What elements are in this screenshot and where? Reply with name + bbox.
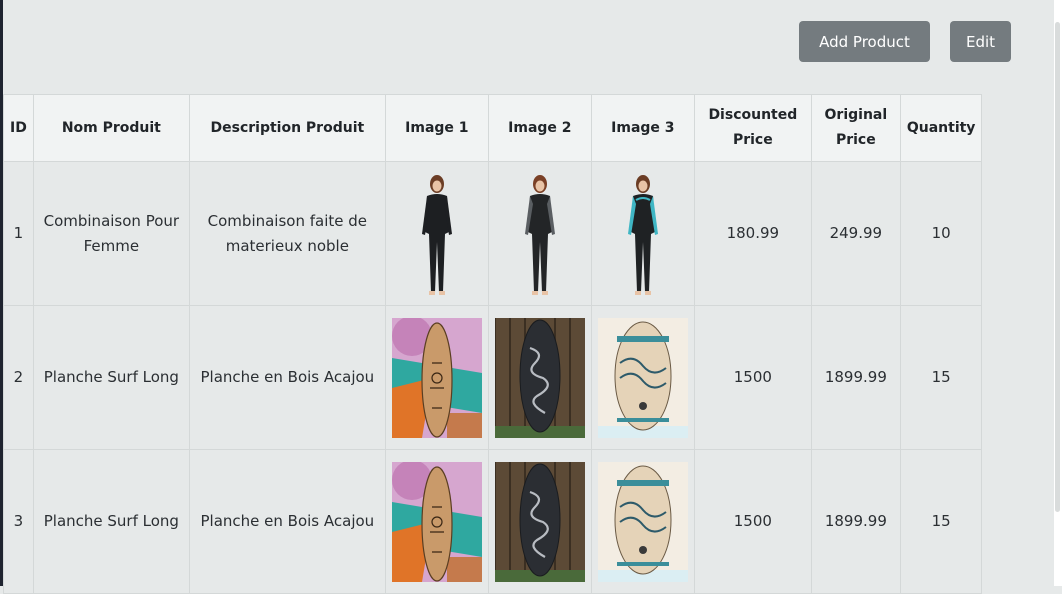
toolbar: Add Product Edit: [0, 21, 1062, 62]
cell-discounted-price: 1500: [693, 449, 812, 594]
scrollbar-thumb[interactable]: [1055, 22, 1060, 512]
header-image-1: Image 1: [384, 94, 489, 162]
cell-id: 1: [3, 161, 34, 306]
cell-original-price: 1899.99: [810, 449, 901, 594]
cell-image-2: [487, 449, 592, 594]
wetsuit-black-front-image: [421, 174, 452, 295]
cell-quantity: 15: [899, 449, 983, 594]
cell-discounted-price: 180.99: [693, 161, 812, 306]
cell-original-price: 249.99: [810, 161, 901, 306]
wetsuit-grey-panels-image: [524, 174, 555, 295]
header-description: Description Produit: [188, 94, 386, 162]
surfboard-mural-image: [391, 461, 482, 582]
cell-id: 2: [3, 305, 34, 450]
cell-quantity: 15: [899, 305, 983, 450]
cell-image-3: [590, 161, 695, 306]
table-row: 3 Planche Surf Long Planche en Bois Acaj…: [3, 449, 983, 594]
cell-description: Combinaison faite de materieux noble: [188, 161, 386, 306]
surfboard-dark-wave-image: [494, 317, 585, 438]
header-id: ID: [3, 94, 34, 162]
cell-name: Planche Surf Long: [32, 305, 190, 450]
cell-name: Combinaison Pour Femme: [32, 161, 190, 306]
header-name: Nom Produit: [32, 94, 190, 162]
surfboard-dark-wave-image: [494, 461, 585, 582]
cell-image-3: [590, 449, 695, 594]
cell-image-1: [384, 449, 489, 594]
cell-description: Planche en Bois Acajou: [188, 305, 386, 450]
surfboard-light-wave-image: [597, 461, 688, 582]
products-table: ID Nom Produit Description Produit Image…: [3, 94, 983, 594]
scrollbar-track[interactable]: [1054, 0, 1062, 586]
cell-image-3: [590, 305, 695, 450]
header-original-price: Original Price: [810, 94, 901, 162]
cell-original-price: 1899.99: [810, 305, 901, 450]
add-product-button[interactable]: Add Product: [799, 21, 930, 62]
cell-name: Planche Surf Long: [32, 449, 190, 594]
cell-discounted-price: 1500: [693, 305, 812, 450]
cell-image-1: [384, 161, 489, 306]
cell-image-2: [487, 161, 592, 306]
table-row: 1 Combinaison Pour Femme Combinaison fai…: [3, 161, 983, 306]
header-discounted-price: Discounted Price: [693, 94, 812, 162]
table-row: 2 Planche Surf Long Planche en Bois Acaj…: [3, 305, 983, 450]
surfboard-light-wave-image: [597, 317, 688, 438]
cell-quantity: 10: [899, 161, 983, 306]
header-image-3: Image 3: [590, 94, 695, 162]
header-quantity: Quantity: [899, 94, 983, 162]
header-image-2: Image 2: [487, 94, 592, 162]
cell-image-1: [384, 305, 489, 450]
cell-image-2: [487, 305, 592, 450]
table-header-row: ID Nom Produit Description Produit Image…: [3, 94, 983, 162]
cell-id: 3: [3, 449, 34, 594]
surfboard-mural-image: [391, 317, 482, 438]
cell-description: Planche en Bois Acajou: [188, 449, 386, 594]
edit-button[interactable]: Edit: [950, 21, 1011, 62]
wetsuit-teal-panels-image: [627, 174, 658, 295]
